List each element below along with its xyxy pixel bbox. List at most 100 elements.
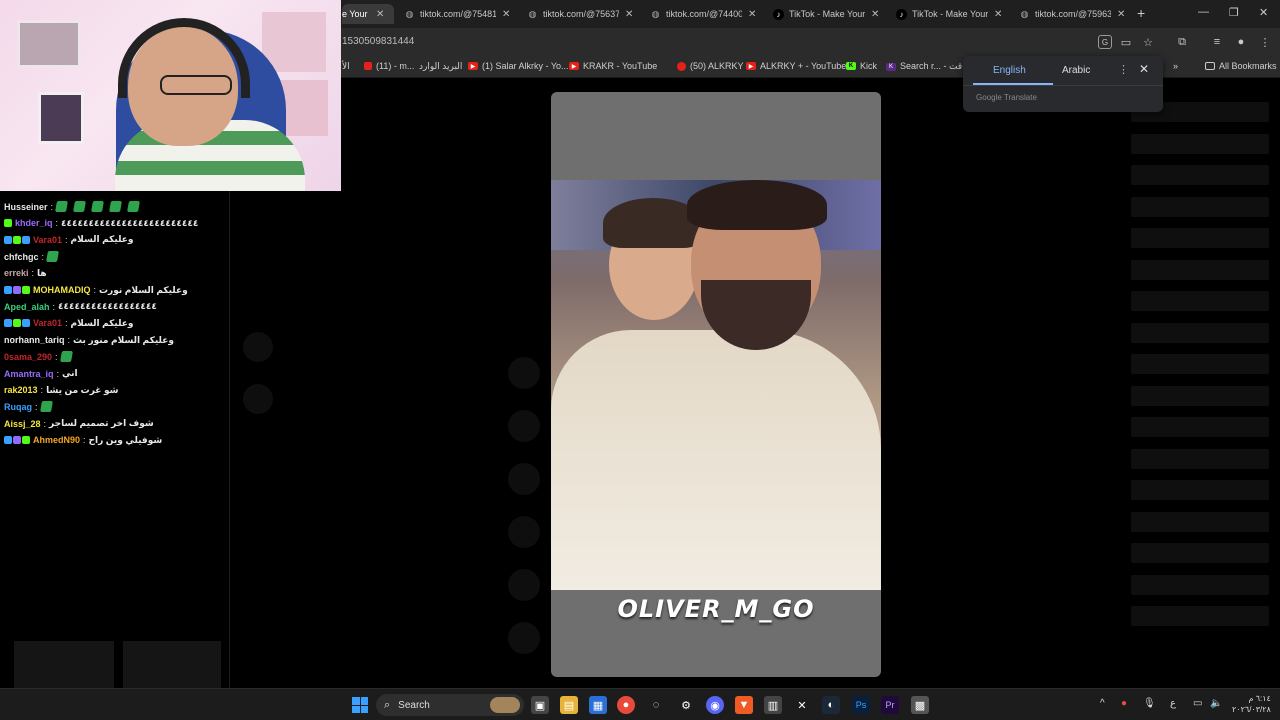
skeleton-row [1131,385,1269,406]
star-icon[interactable]: ☆ [1141,35,1155,49]
language-icon[interactable]: ع [1170,698,1176,709]
reading-list-icon[interactable]: ≡ [1210,35,1224,49]
close-icon[interactable]: ✕ [994,9,1002,20]
cast-icon[interactable]: ▭ [1119,35,1133,49]
window-close-button[interactable]: ✕ [1259,6,1268,19]
tab-6[interactable]: ◍ tiktok.com/@75963 ✕ [1019,4,1134,24]
photo-figure [687,180,827,230]
chat-username[interactable]: khder_iq [15,218,53,228]
new-tab-button[interactable]: + [1137,5,1145,21]
tab-0[interactable]: e Your ✕ [342,4,394,24]
bookmarks-overflow-icon[interactable]: » [1173,61,1178,71]
skeleton-row [1131,480,1269,500]
chat-username[interactable]: 0sama_290 [4,352,52,362]
bookmark-4[interactable]: ▶ KRAKR - YouTube [569,61,657,71]
app-icon[interactable]: ◌ [647,696,665,714]
video-player[interactable]: OLIVER_M_GO [551,92,881,677]
premiere-icon[interactable]: Pr [881,696,899,714]
windows-start-icon[interactable] [352,697,368,713]
bookmark-3[interactable]: ▶ (1) Salar Alkrky - Yo... [468,61,569,71]
chat-username[interactable]: norhann_tariq [4,335,65,345]
close-icon[interactable]: ✕ [1139,62,1149,76]
app-icon[interactable]: ▩ [911,696,929,714]
youtube-icon: ▶ [746,62,756,70]
chat-username[interactable]: rak2013 [4,385,38,395]
bookmark-2[interactable]: البريد الوارد [419,61,462,72]
globe-icon: ◍ [405,8,414,19]
chat-username[interactable]: Ruqag [4,402,32,412]
discord-icon[interactable]: ◉ [706,696,724,714]
tab-1[interactable]: ◍ tiktok.com/@75481 ✕ [404,4,519,24]
task-view-icon[interactable]: ▣ [531,696,549,714]
file-explorer-icon[interactable]: ▤ [560,696,578,714]
chat-text: وعليكم السلام منور بث [73,334,174,345]
brave-icon[interactable]: ▼ [735,696,753,714]
close-icon[interactable]: ✕ [871,9,879,20]
chat-message: Aissj_28: شوف اخر تصميم لساجر [4,418,154,429]
bookmark-8[interactable]: K Search r... - ياقت [886,61,967,72]
profile-avatar-icon[interactable]: ● [1234,35,1248,49]
chat-text: شوفيلي وين راح [88,434,163,445]
close-icon[interactable]: ✕ [625,9,633,20]
all-bookmarks[interactable]: All Bookmarks [1205,61,1277,71]
minimize-button[interactable]: — [1198,6,1209,18]
chat-username[interactable]: chfchgc [4,252,39,262]
volume-icon[interactable]: 🔈 [1210,698,1222,709]
chat-username[interactable]: MOHAMADIQ [33,285,91,295]
close-icon[interactable]: ✕ [1117,9,1125,20]
tab-5[interactable]: ♪ TikTok - Make Your D ✕ [896,4,1011,24]
settings-icon[interactable]: ⚙ [677,696,695,714]
chat-username[interactable]: erreki [4,268,29,278]
network-icon[interactable]: ▭ [1193,698,1202,709]
taskbar-search[interactable]: ⌕ Search [376,694,524,716]
tray-app-icon[interactable]: ● [1121,698,1127,709]
chat-message: erreki: ها [4,268,47,279]
chat-placeholder [123,641,221,688]
badge-icon [22,319,30,328]
bookmark-7[interactable]: K Kick [846,61,877,71]
close-icon[interactable]: ✕ [376,9,384,20]
chat-badges [4,319,30,328]
menu-icon[interactable]: ⋮ [1258,35,1272,49]
chrome-icon[interactable]: ● [617,696,635,714]
microphone-icon[interactable]: 🎙 [1143,698,1156,709]
translate-lang-from[interactable]: English [993,65,1026,76]
photoshop-icon[interactable]: Ps [852,696,870,714]
maximize-button[interactable]: ❐ [1229,6,1239,19]
more-options-icon[interactable]: ⋮ [1118,63,1129,76]
chat-message: Aped_alah:٤٤٤٤٤٤٤٤٤٤٤٤٤٤٤٤٤٤ [4,301,157,312]
chat-username[interactable]: Aped_alah [4,302,50,312]
faded-button [508,463,540,495]
chat-separator: : [43,418,47,429]
chat-username[interactable]: Aissj_28 [4,419,41,429]
app-icon[interactable]: ▥ [764,696,782,714]
capcut-icon[interactable]: ✕ [793,696,811,714]
globe-icon: ◍ [1020,8,1029,19]
bookmark-1[interactable]: (11) - m... [364,61,414,71]
tab-3[interactable]: ◍ tiktok.com/@74400 ✕ [650,4,765,24]
bookmark-6[interactable]: ▶ ALKRKY + - YouTube [746,61,846,71]
bookmark-0[interactable]: الأ [342,61,350,72]
close-icon[interactable]: ✕ [748,9,756,20]
tray-overflow-icon[interactable]: ^ [1100,698,1105,709]
url-field[interactable]: 1530509831444 [342,36,414,47]
bookmark-5[interactable]: (50) ALKRKY [677,61,744,71]
chat-username[interactable]: Vara01 [33,235,62,245]
tab-4[interactable]: ♪ TikTok - Make Your D ✕ [773,4,888,24]
close-icon[interactable]: ✕ [502,9,510,20]
store-icon[interactable]: ▦ [589,696,607,714]
clock[interactable]: ٦:١٤ م ٢٠٢٦/٠٣/٢٨ [1232,693,1271,715]
kick-icon: K [846,62,856,70]
chat-separator: : [52,301,56,312]
tab-2[interactable]: ◍ tiktok.com/@75637 ✕ [527,4,642,24]
chat-username[interactable]: Vara01 [33,318,62,328]
chat-username[interactable]: Husseiner [4,202,48,212]
translate-lang-to[interactable]: Arabic [1062,65,1090,76]
skeleton-row [1131,543,1269,563]
chat-username[interactable]: AhmedN90 [33,435,80,445]
extensions-icon[interactable]: ⧉ [1175,35,1189,49]
steam-icon[interactable]: ◐ [822,696,840,714]
translate-icon[interactable]: G [1098,35,1112,49]
clock-time: ٦:١٤ م [1248,694,1271,703]
chat-username[interactable]: Amantra_iq [4,369,54,379]
